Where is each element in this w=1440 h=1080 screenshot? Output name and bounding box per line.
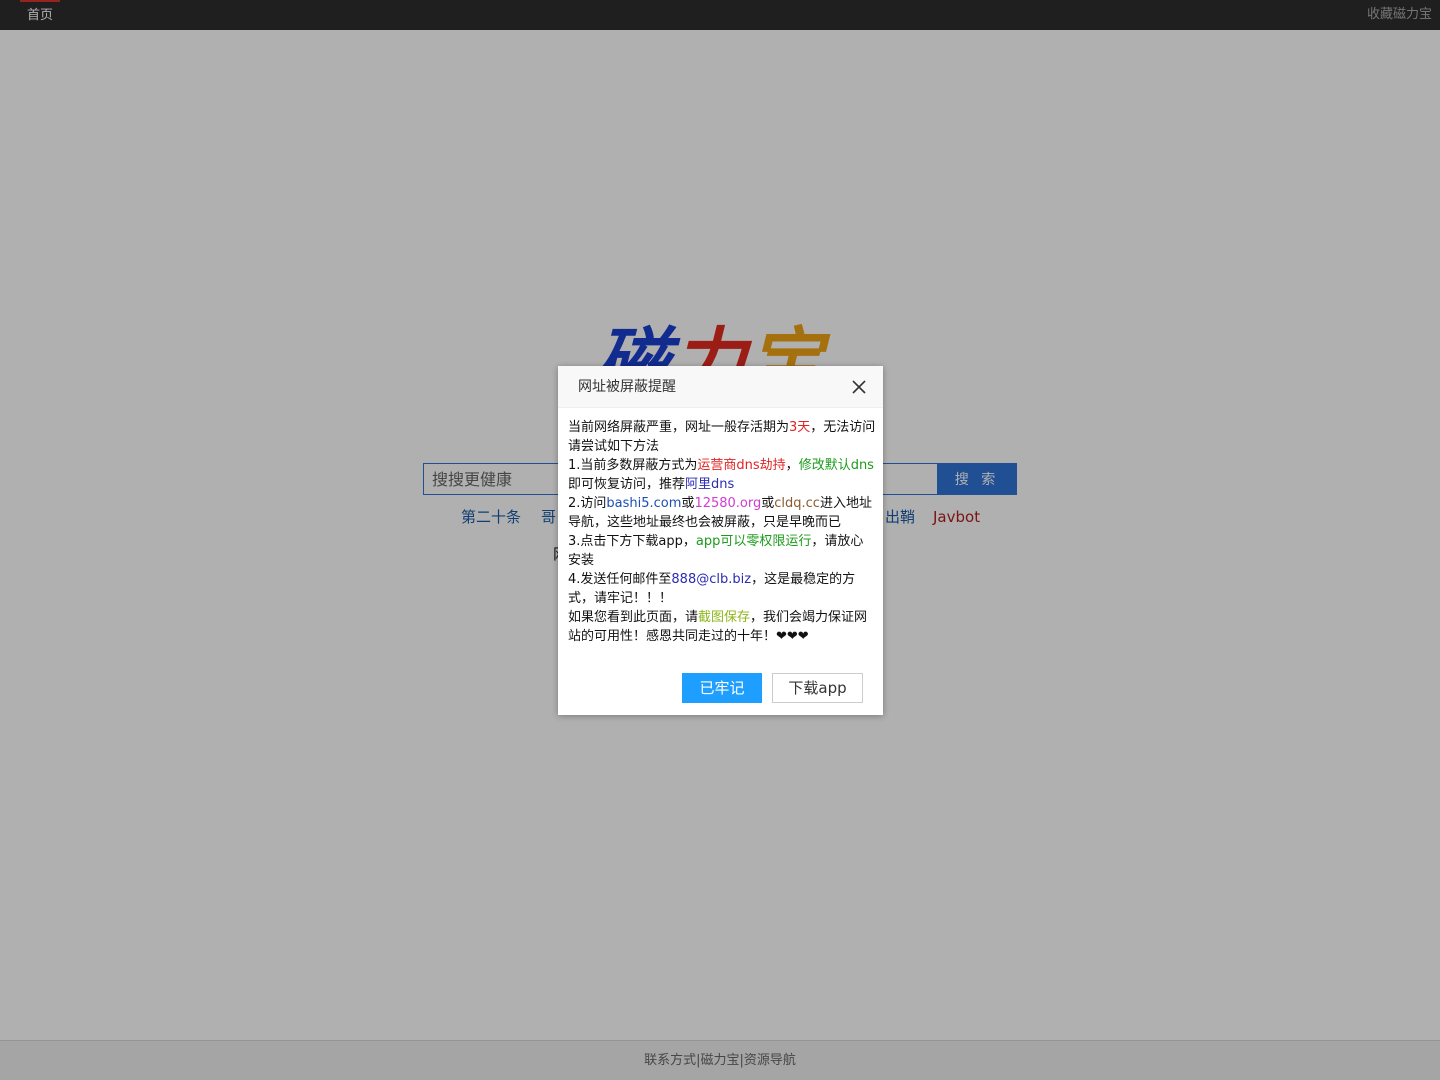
download-app-button[interactable]: 下载app (772, 673, 863, 703)
nav-site-link[interactable]: 12580.org (694, 496, 761, 511)
method-3: 3.点击下方下载app，app可以零权限运行，请放心安装 (568, 534, 864, 568)
intro-text: 当前网络屏蔽严重，网址一般存活期为3天，无法访问请尝试如下方法 (568, 420, 876, 454)
email-link[interactable]: 888@clb.biz (671, 572, 751, 587)
blocked-url-dialog: 网址被屏蔽提醒 当前网络屏蔽严重，网址一般存活期为3天，无法访问请尝试如下方法 … (558, 366, 883, 715)
method-2: 2.访问bashi5.com或12580.org或cldq.cc进入地址导航，这… (568, 496, 872, 530)
dialog-content: 当前网络屏蔽严重，网址一般存活期为3天，无法访问请尝试如下方法 1.当前多数屏蔽… (568, 418, 876, 646)
nav-site-link[interactable]: cldq.cc (774, 496, 820, 511)
method-1: 1.当前多数屏蔽方式为运营商dns劫持，修改默认dns即可恢复访问，推荐阿里dn… (568, 458, 874, 492)
dialog-header: 网址被屏蔽提醒 (558, 366, 883, 408)
close-icon[interactable] (849, 377, 869, 397)
closing-text: 如果您看到此页面，请截图保存，我们会竭力保证网站的可用性！感恩共同走过的十年！❤… (568, 610, 868, 644)
method-4: 4.发送任何邮件至888@clb.biz，这是最稳定的方式，请牢记！！！ (568, 572, 856, 606)
remembered-button[interactable]: 已牢记 (682, 673, 762, 703)
dialog-title: 网址被屏蔽提醒 (578, 379, 676, 395)
nav-site-link[interactable]: bashi5.com (606, 496, 681, 511)
